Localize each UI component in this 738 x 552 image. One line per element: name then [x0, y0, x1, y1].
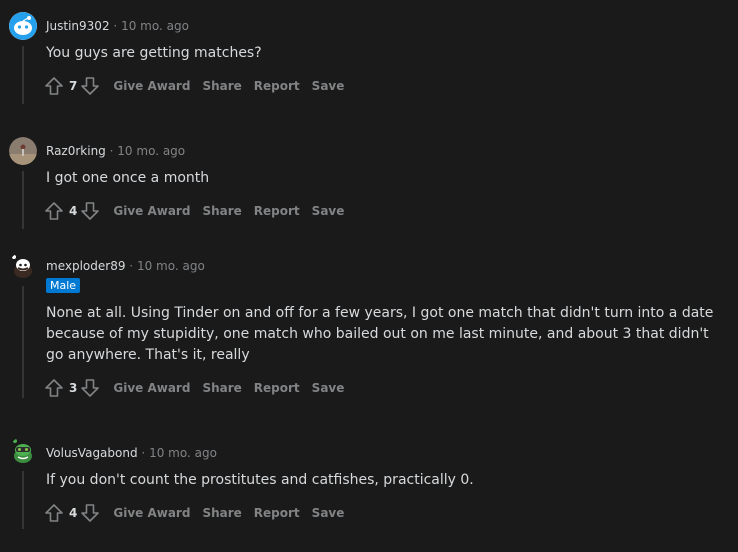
share-button[interactable]: Share: [202, 79, 241, 93]
share-button[interactable]: Share: [202, 506, 241, 520]
comment-actions: 4 Give Award Share Report Save: [44, 200, 344, 222]
comment-body: None at all. Using Tinder on and off for…: [46, 305, 714, 363]
report-button[interactable]: Report: [254, 79, 300, 93]
vote-score: 3: [69, 381, 78, 395]
comment-actions: 7 Give Award Share Report Save: [44, 75, 344, 97]
author-name[interactable]: mexploder89: [46, 259, 125, 273]
thread-line[interactable]: [22, 46, 24, 104]
comment-meta: Raz0rking · 10 mo. ago: [46, 144, 185, 158]
user-flair: Male: [46, 278, 81, 293]
user-avatar[interactable]: [9, 437, 37, 465]
report-button[interactable]: Report: [254, 381, 300, 395]
give-award-button[interactable]: Give Award: [113, 381, 190, 395]
save-button[interactable]: Save: [312, 381, 345, 395]
vote-score: 4: [69, 506, 78, 520]
comment-body: I got one once a month: [46, 170, 210, 186]
user-avatar[interactable]: [9, 137, 37, 165]
downvote-icon[interactable]: [80, 76, 100, 96]
downvote-icon[interactable]: [80, 503, 100, 523]
thread-line[interactable]: [22, 471, 24, 529]
timestamp[interactable]: 10 mo. ago: [149, 446, 217, 460]
user-avatar[interactable]: [9, 252, 37, 280]
comment-body: You guys are getting matches?: [46, 45, 262, 61]
thread-line[interactable]: [22, 286, 24, 398]
comment-actions: 3 Give Award Share Report Save: [44, 377, 344, 399]
comment-body: If you don't count the prostitutes and c…: [46, 472, 474, 488]
comment-meta: VolusVagabond · 10 mo. ago: [46, 446, 217, 460]
snoo-avatar-icon: [9, 252, 37, 280]
give-award-button[interactable]: Give Award: [113, 506, 190, 520]
timestamp[interactable]: 10 mo. ago: [137, 259, 205, 273]
share-button[interactable]: Share: [202, 204, 241, 218]
upvote-icon[interactable]: [44, 378, 64, 398]
upvote-icon[interactable]: [44, 201, 64, 221]
author-name[interactable]: VolusVagabond: [46, 446, 138, 460]
share-button[interactable]: Share: [202, 381, 241, 395]
give-award-button[interactable]: Give Award: [113, 204, 190, 218]
separator-dot: ·: [141, 446, 146, 460]
photo-avatar-icon: [9, 137, 37, 165]
save-button[interactable]: Save: [312, 204, 345, 218]
separator-dot: ·: [129, 259, 134, 273]
report-button[interactable]: Report: [254, 506, 300, 520]
timestamp[interactable]: 10 mo. ago: [117, 144, 185, 158]
give-award-button[interactable]: Give Award: [113, 79, 190, 93]
comment-meta: Justin9302 · 10 mo. ago: [46, 19, 189, 33]
downvote-icon[interactable]: [80, 378, 100, 398]
comment-meta: mexploder89 · 10 mo. ago: [46, 259, 205, 273]
upvote-icon[interactable]: [44, 76, 64, 96]
comment-actions: 4 Give Award Share Report Save: [44, 502, 344, 524]
snoo-avatar-icon: [9, 437, 37, 465]
author-name[interactable]: Raz0rking: [46, 144, 106, 158]
thread-line[interactable]: [22, 171, 24, 229]
report-button[interactable]: Report: [254, 204, 300, 218]
upvote-icon[interactable]: [44, 503, 64, 523]
author-name[interactable]: Justin9302: [46, 19, 110, 33]
user-avatar[interactable]: [9, 12, 37, 40]
timestamp[interactable]: 10 mo. ago: [121, 19, 189, 33]
save-button[interactable]: Save: [312, 506, 345, 520]
vote-score: 7: [69, 79, 78, 93]
save-button[interactable]: Save: [312, 79, 345, 93]
separator-dot: ·: [109, 144, 114, 158]
separator-dot: ·: [113, 19, 118, 33]
snoo-avatar-icon: [9, 12, 37, 40]
vote-score: 4: [69, 204, 78, 218]
downvote-icon[interactable]: [80, 201, 100, 221]
